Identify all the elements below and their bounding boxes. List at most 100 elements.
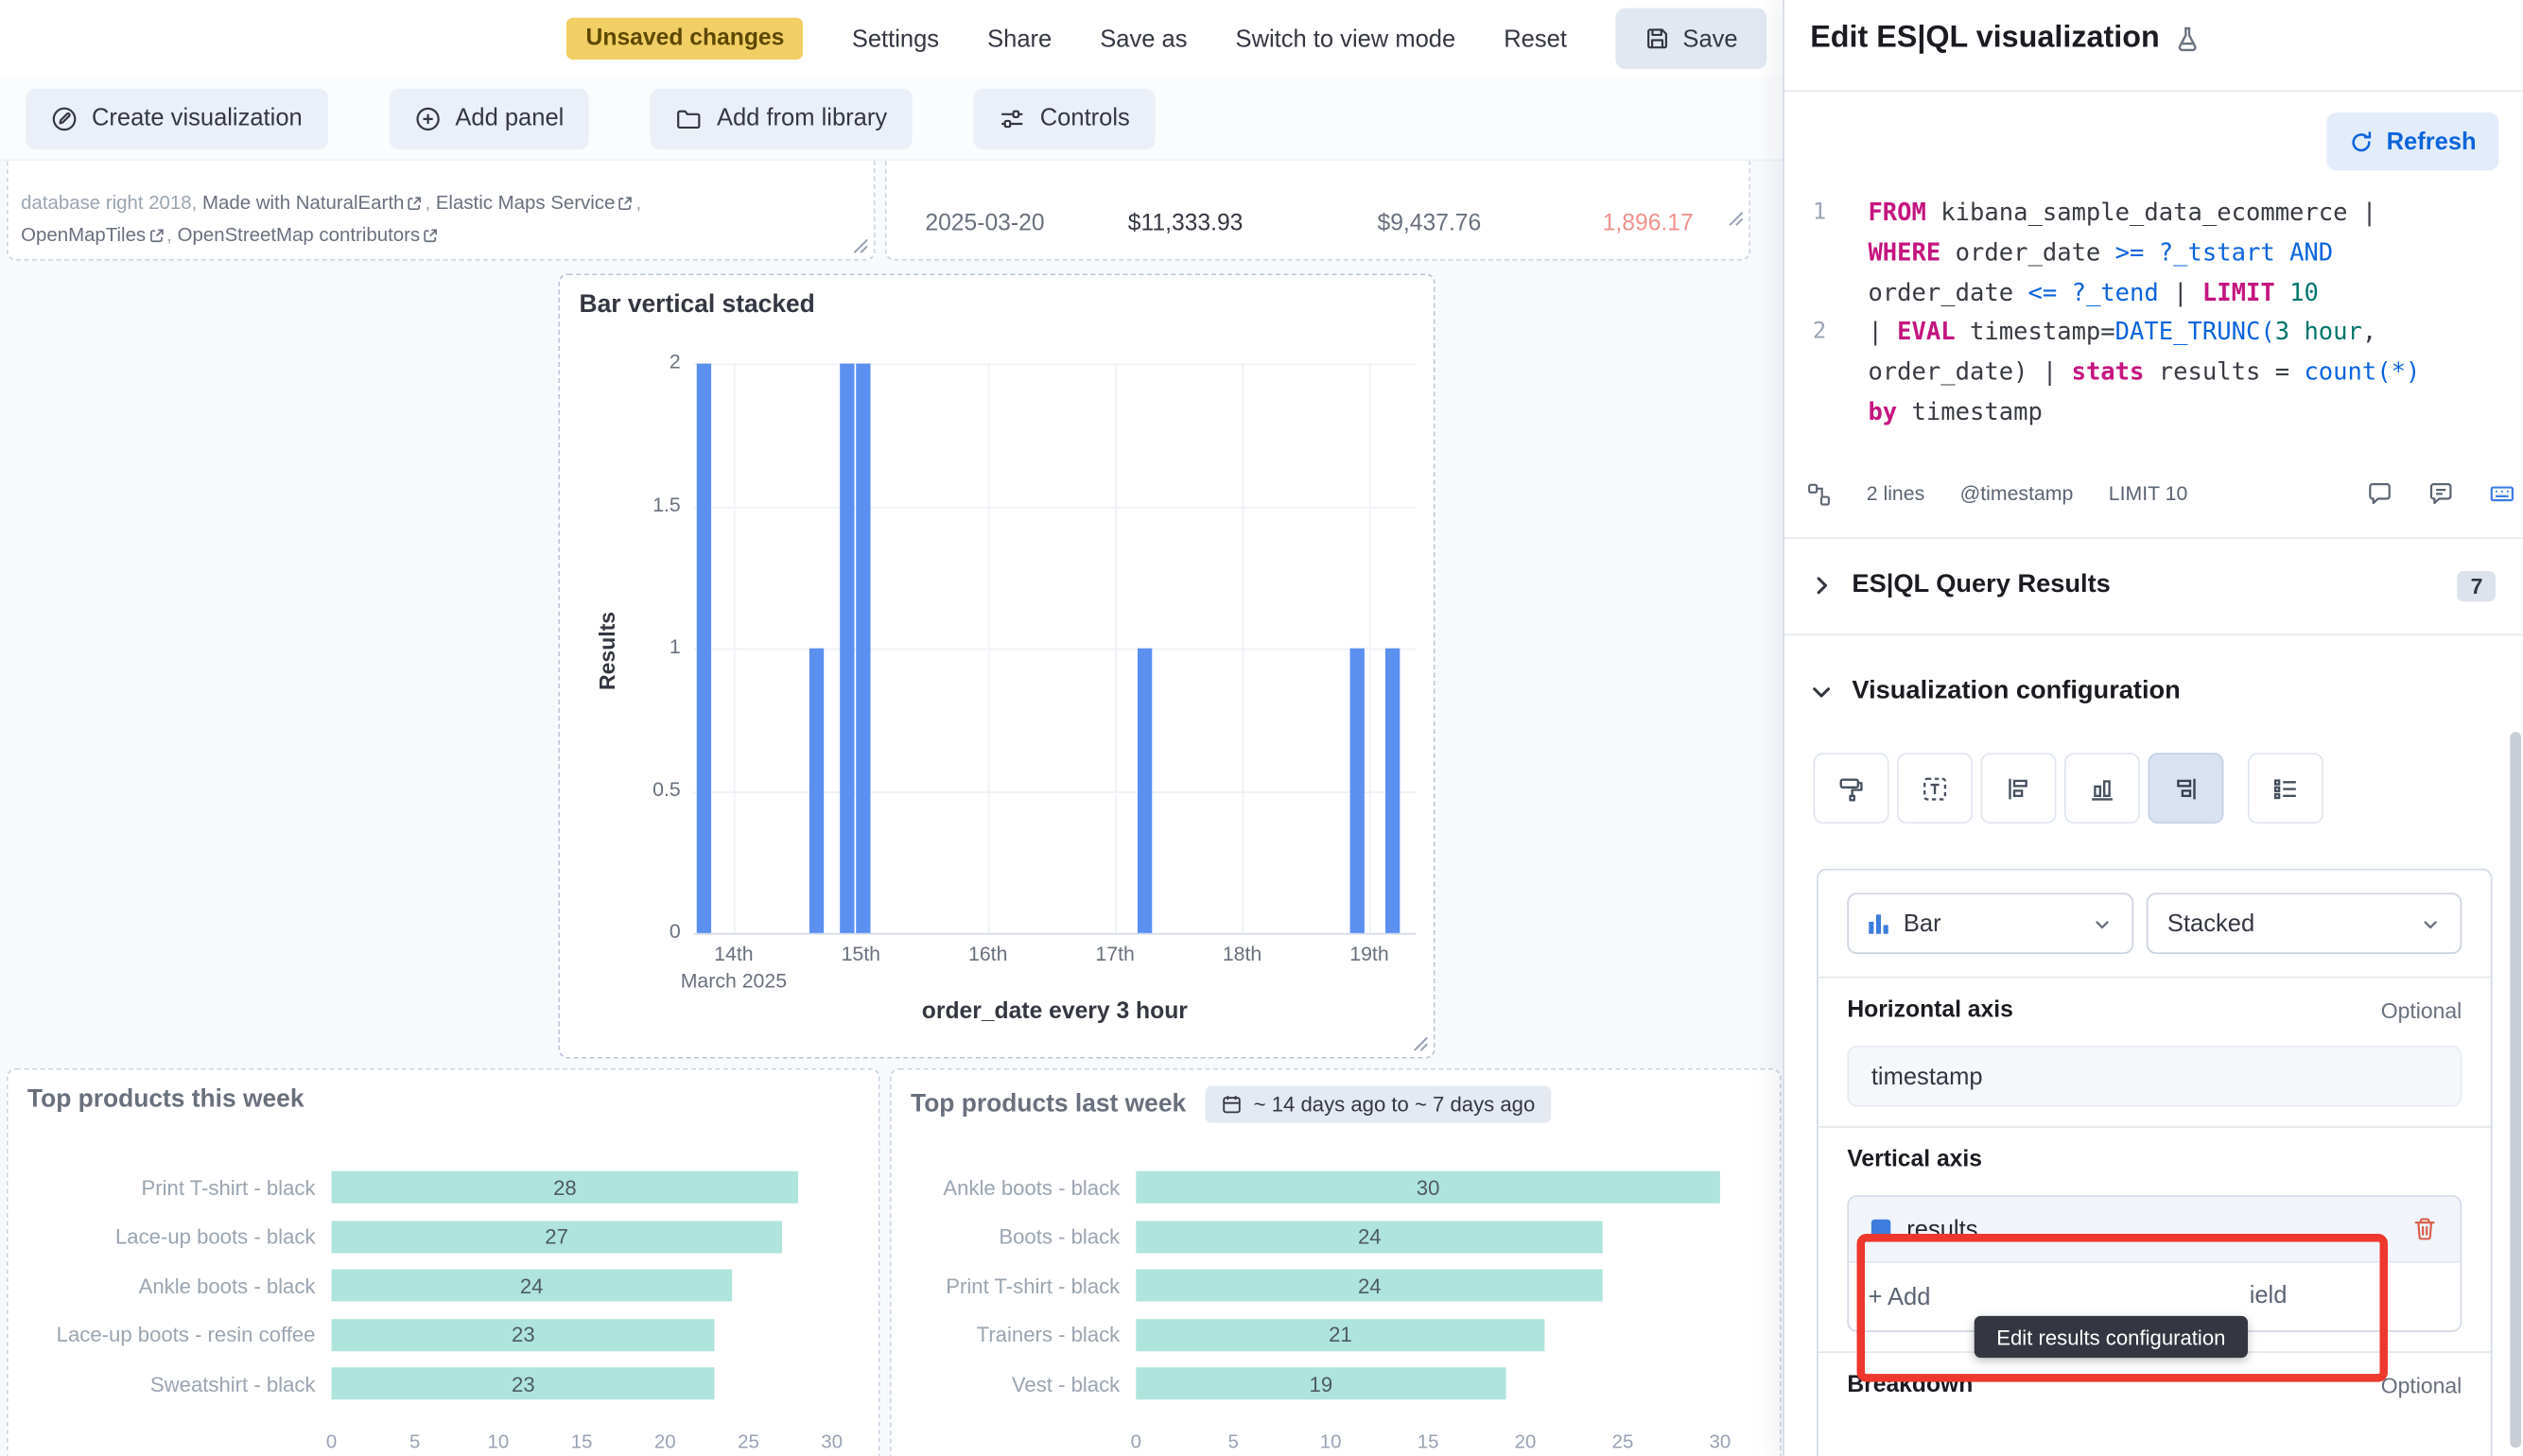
refresh-icon bbox=[2349, 130, 2374, 154]
bar-segment bbox=[697, 364, 711, 933]
add-from-library-button[interactable]: Add from library bbox=[651, 88, 913, 149]
controls-sliders-icon bbox=[1000, 105, 1025, 130]
right-axis-button-selected[interactable] bbox=[2149, 753, 2224, 823]
flyout-title: Edit ES|QL visualization bbox=[1810, 21, 2201, 56]
legend-button[interactable] bbox=[2248, 753, 2323, 823]
bottom-axis-button[interactable] bbox=[2064, 753, 2140, 823]
attribution-link[interactable]: OpenMapTiles bbox=[21, 224, 146, 247]
visualization-configuration-accordion[interactable]: Visualization configuration bbox=[1784, 647, 2523, 737]
attribution-link[interactable]: Made with NaturalEarth bbox=[202, 191, 404, 214]
bar-row: Vest - black19 bbox=[892, 1360, 1780, 1409]
menu-item-switch-to-view-mode[interactable]: Switch to view mode bbox=[1236, 25, 1456, 52]
panel-title: Top products this week bbox=[27, 1086, 304, 1116]
menu-item-reset[interactable]: Reset bbox=[1504, 25, 1567, 52]
resize-handle[interactable] bbox=[853, 238, 869, 254]
flyout-scrollbar[interactable] bbox=[2510, 732, 2521, 1447]
lens-icon bbox=[51, 105, 77, 130]
left-axis-button[interactable] bbox=[1981, 753, 2057, 823]
bar-row: Lace-up boots - resin coffee23 bbox=[9, 1310, 879, 1360]
attribution-link[interactable]: OpenStreetMap contributors bbox=[178, 224, 421, 247]
map-attribution: database right 2018, Made with NaturalEa… bbox=[21, 186, 641, 251]
controls-button[interactable]: Controls bbox=[974, 88, 1156, 149]
menu-item-settings[interactable]: Settings bbox=[852, 25, 939, 52]
save-icon bbox=[1644, 26, 1670, 51]
bar: 30 bbox=[1136, 1171, 1720, 1204]
time-range-badge[interactable]: ~ 14 days ago to ~ 7 days ago bbox=[1206, 1086, 1552, 1123]
bar-row: Ankle boots - black24 bbox=[9, 1261, 879, 1310]
results-dimension-row[interactable]: results bbox=[1849, 1197, 2461, 1263]
refresh-button[interactable]: Refresh bbox=[2327, 113, 2499, 170]
bar-row: Sweatshirt - black23 bbox=[9, 1360, 879, 1409]
create-visualization-button[interactable]: Create visualization bbox=[26, 88, 328, 149]
bar-segment bbox=[856, 364, 870, 933]
visualization-config-panel: Bar Stacked Horizontal axis Optional tim… bbox=[1817, 869, 2493, 1456]
feedback-icon[interactable] bbox=[2428, 481, 2454, 507]
editor-limit: LIMIT 10 bbox=[2109, 482, 2188, 505]
chevron-down-icon bbox=[2420, 913, 2441, 934]
table-cell-value-negative: 1,896.17 bbox=[1603, 211, 1694, 236]
chart-type-select[interactable]: Bar bbox=[1847, 893, 2133, 954]
bar-row: Ankle boots - black30 bbox=[892, 1163, 1780, 1212]
table-panel: 2025-03-20 $11,333.93 $9,437.76 1,896.17 bbox=[885, 161, 1750, 260]
vertical-axis-dimension-list: results + Add ield bbox=[1847, 1195, 2462, 1332]
esql-code-editor[interactable]: 1FROM kibana_sample_data_ecommerce |WHER… bbox=[1784, 193, 2505, 432]
bar: 27 bbox=[332, 1221, 782, 1253]
axis-titles-button[interactable] bbox=[1897, 753, 1973, 823]
accordion-label: Visualization configuration bbox=[1852, 677, 2180, 706]
chart-mode-select[interactable]: Stacked bbox=[2147, 893, 2462, 954]
visual-options-button[interactable] bbox=[1814, 753, 1889, 823]
chevron-down-icon bbox=[1810, 681, 1833, 703]
bar-segment bbox=[809, 649, 824, 933]
bar: 24 bbox=[1136, 1270, 1603, 1302]
bar-segment bbox=[840, 364, 854, 933]
trash-icon[interactable] bbox=[2412, 1216, 2438, 1241]
divider bbox=[1784, 90, 2523, 92]
menu-item-share[interactable]: Share bbox=[987, 25, 1052, 52]
edit-results-tooltip: Edit results configuration bbox=[1975, 1316, 2248, 1358]
config-tab-buttons bbox=[1814, 753, 2323, 823]
bar: 28 bbox=[332, 1171, 799, 1204]
top-products-this-week-panel: Top products this week Print T-shirt - b… bbox=[7, 1068, 880, 1456]
resize-handle[interactable] bbox=[1413, 1036, 1429, 1052]
attribution-link[interactable]: Elastic Maps Service bbox=[436, 191, 616, 214]
comment-icon[interactable] bbox=[2367, 481, 2392, 507]
esql-query-results-accordion[interactable]: ES|QL Query Results 7 bbox=[1784, 539, 2523, 633]
optional-label: Optional bbox=[2381, 998, 2462, 1023]
bar-segment bbox=[1350, 649, 1365, 933]
top-menu-bar: Unsaved changes Settings Share Save as S… bbox=[0, 0, 1783, 78]
vertical-axis-label: Vertical axis bbox=[1847, 1147, 1982, 1172]
flask-icon bbox=[2174, 25, 2201, 52]
bar: 24 bbox=[332, 1270, 732, 1302]
table-cell-value: $11,333.93 bbox=[1128, 211, 1244, 236]
horizontal-axis-field[interactable]: timestamp bbox=[1847, 1046, 2462, 1107]
accordion-label: ES|QL Query Results bbox=[1852, 571, 2110, 600]
bar-vertical-stacked-panel[interactable]: Bar vertical stacked Results 00.511.5214… bbox=[558, 273, 1435, 1058]
dashboard-canvas: database right 2018, Made with NaturalEa… bbox=[0, 161, 1783, 1456]
resize-handle[interactable] bbox=[1728, 211, 1744, 254]
bar-segment bbox=[1385, 649, 1400, 933]
edit-esql-visualization-flyout: Edit ES|QL visualization Refresh 1FROM k… bbox=[1783, 0, 2523, 1456]
external-link-icon bbox=[618, 197, 633, 211]
dashboard-main-area: Unsaved changes Settings Share Save as S… bbox=[0, 0, 1783, 1456]
keyboard-shortcuts-icon[interactable] bbox=[2489, 481, 2514, 507]
folder-icon bbox=[676, 105, 702, 130]
bar-chart-plot: 00.511.5214thMarch 202515th16th17th18th1… bbox=[693, 364, 1416, 933]
bar-row: Print T-shirt - black28 bbox=[9, 1163, 879, 1212]
map-panel: database right 2018, Made with NaturalEa… bbox=[7, 161, 876, 260]
panel-title: Bar vertical stacked bbox=[580, 291, 815, 321]
bar: 21 bbox=[1136, 1319, 1544, 1351]
menu-item-save-as[interactable]: Save as bbox=[1100, 25, 1187, 52]
line-number: 1 bbox=[1784, 193, 1849, 313]
horizontal-axis-label: Horizontal axis bbox=[1847, 997, 2012, 1023]
results-dimension-link[interactable]: results bbox=[1906, 1215, 1977, 1242]
y-axis-title: Results bbox=[596, 612, 620, 690]
save-button[interactable]: Save bbox=[1615, 9, 1766, 70]
external-link-icon bbox=[424, 229, 438, 243]
results-count-badge: 7 bbox=[2458, 570, 2496, 600]
add-panel-button[interactable]: Add panel bbox=[390, 88, 590, 149]
editor-timestamp-field: @timestamp bbox=[1960, 482, 2074, 505]
kibana-dashboard-edit-screen: Unsaved changes Settings Share Save as S… bbox=[0, 0, 2523, 1456]
divider bbox=[1784, 633, 2523, 635]
plus-circle-icon bbox=[415, 105, 441, 130]
optional-label: Optional bbox=[2381, 1373, 2462, 1397]
